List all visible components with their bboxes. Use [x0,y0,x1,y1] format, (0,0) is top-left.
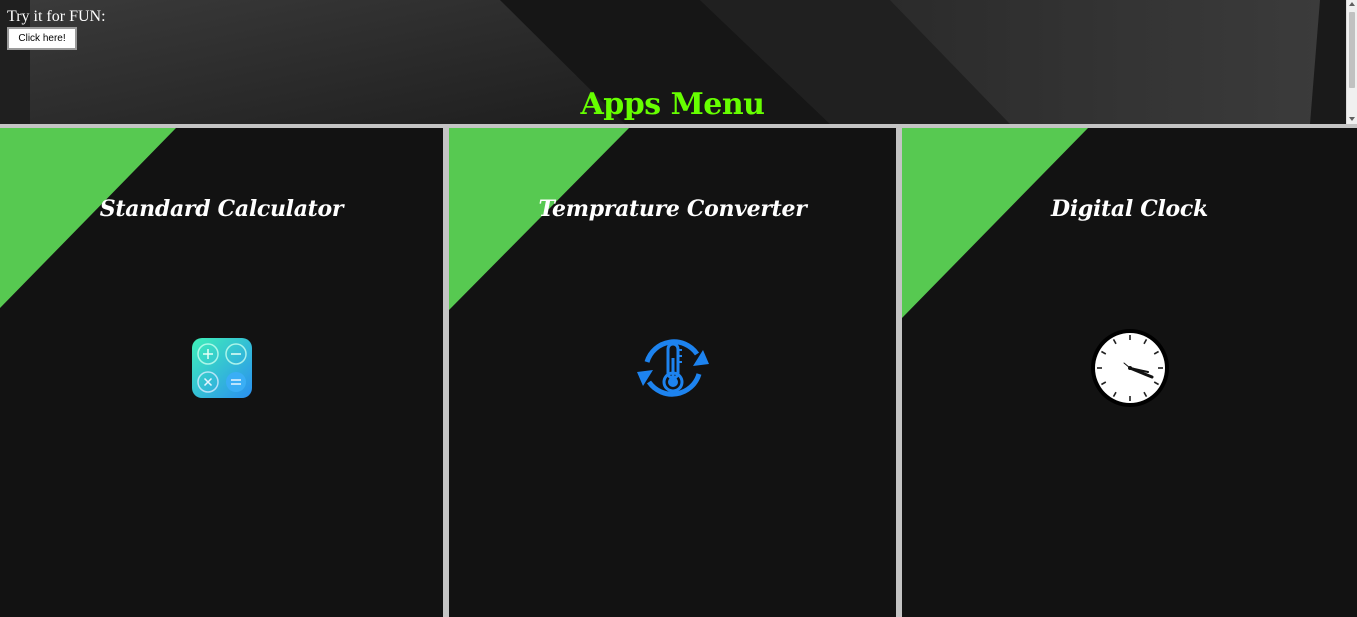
scroll-up-arrow-icon[interactable] [1349,2,1355,6]
page-title: Apps Menu [580,87,765,122]
apps-grid: Standard Calculator Temprature Converter [0,128,1357,617]
clock-icon [1090,329,1169,407]
app-title: Standard Calculator [99,196,344,222]
app-card-temperature-converter[interactable]: Temprature Converter [449,128,896,617]
app-title: Temprature Converter [538,196,807,222]
click-here-button[interactable]: Click here! [7,27,77,50]
header-banner: Try it for FUN: Click here! Apps Menu [0,0,1357,124]
temperature-converter-icon [636,339,709,397]
header-scrollbar[interactable] [1346,0,1357,124]
scroll-down-arrow-icon[interactable] [1349,117,1355,121]
scroll-thumb[interactable] [1349,12,1355,88]
calculator-icon [191,338,252,398]
try-it-label: Try it for FUN: [7,8,106,25]
app-card-standard-calculator[interactable]: Standard Calculator [0,128,443,617]
app-title: Digital Clock [1051,196,1208,222]
app-card-digital-clock[interactable]: Digital Clock [902,128,1357,617]
